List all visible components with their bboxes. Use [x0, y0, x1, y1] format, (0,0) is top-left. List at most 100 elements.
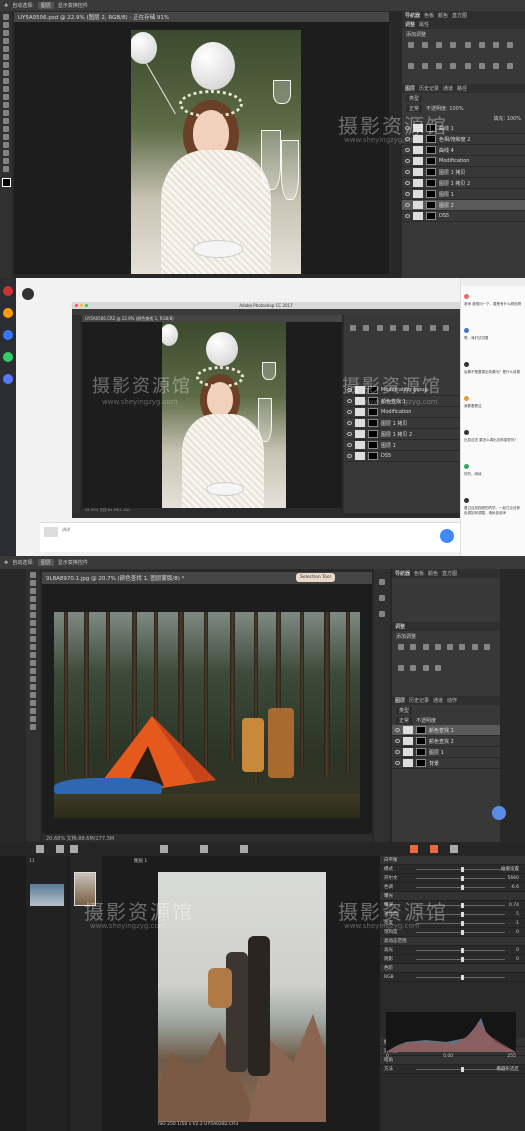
visibility-eye-icon[interactable] — [395, 739, 400, 743]
color-lookup-icon[interactable] — [436, 63, 443, 69]
adjustment-value[interactable]: 5660 — [508, 876, 519, 881]
layer-row[interactable]: DS5 — [402, 211, 525, 222]
app-icon[interactable] — [3, 374, 13, 384]
curves-icon[interactable] — [376, 325, 383, 331]
layer-row[interactable]: Modification — [402, 156, 525, 167]
close-icon[interactable] — [75, 304, 78, 307]
tab-history[interactable]: 历史记录 — [409, 697, 429, 704]
chat-avatar[interactable] — [464, 294, 469, 299]
chat-avatar[interactable] — [464, 430, 469, 435]
tab-swatches[interactable]: 色板 — [414, 570, 424, 577]
exposure-icon[interactable] — [434, 644, 441, 650]
levels-histogram[interactable] — [386, 1012, 516, 1052]
vibrance-icon[interactable] — [447, 644, 453, 650]
slider-knob[interactable] — [460, 866, 464, 872]
slider-knob[interactable] — [460, 902, 464, 908]
levels-icon[interactable] — [363, 325, 370, 331]
brush-preset-icon[interactable] — [379, 595, 385, 601]
layer-row[interactable]: 图层 2 — [402, 200, 525, 211]
gradient-icon[interactable] — [30, 660, 36, 666]
layer-row[interactable]: 曲线 4 — [402, 145, 525, 156]
adjustment-row[interactable]: 色调 -6.6 — [380, 883, 525, 892]
layer-row[interactable]: 图层 1 拷贝 — [402, 167, 525, 178]
maximize-icon[interactable] — [85, 304, 88, 307]
show-transform-checkbox[interactable]: 显示变换控件 — [58, 559, 88, 566]
adjustment-value[interactable]: 0.74 — [509, 903, 519, 908]
magic-wand-icon[interactable] — [3, 38, 9, 44]
levels-mid[interactable]: 0.00 — [443, 1054, 453, 1062]
tab-navigator[interactable]: 导航器 — [395, 570, 410, 577]
adjustment-value[interactable]: 5 — [516, 912, 519, 917]
show-transform-checkbox[interactable]: 显示变换控件 — [58, 2, 88, 9]
visibility-eye-icon[interactable] — [405, 148, 410, 152]
pen-icon[interactable] — [30, 684, 36, 690]
settings-icon[interactable] — [450, 845, 458, 853]
adjustment-value[interactable]: 0 — [516, 930, 519, 935]
slider-knob[interactable] — [460, 929, 464, 935]
eyedropper-icon[interactable] — [30, 612, 36, 618]
crop-icon[interactable] — [3, 46, 9, 52]
adjustment-slider[interactable] — [416, 902, 505, 908]
hue-sat-icon[interactable] — [416, 325, 423, 331]
bw-icon[interactable] — [442, 325, 449, 331]
color-balance-icon[interactable] — [429, 325, 436, 331]
kind-filter[interactable]: 类型 — [396, 706, 413, 714]
minimize-icon[interactable] — [80, 304, 83, 307]
layer-row[interactable]: 图层 1 拷贝 2 — [344, 429, 460, 440]
path-select-icon[interactable] — [30, 700, 36, 706]
adjustment-value[interactable]: 拍摄设置 — [501, 866, 519, 872]
adjustment-row[interactable]: 饱和度 0 — [380, 928, 525, 937]
tab-channels[interactable]: 通道 — [443, 85, 453, 92]
hand-icon[interactable] — [3, 158, 9, 164]
redo-icon[interactable] — [70, 845, 78, 853]
hue-sat-icon[interactable] — [478, 42, 485, 48]
tab-adjustments[interactable]: 调整 — [405, 21, 415, 28]
import-icon[interactable] — [36, 845, 44, 853]
blur-icon[interactable] — [3, 110, 9, 116]
slider-knob[interactable] — [460, 911, 464, 917]
chat-avatar[interactable] — [464, 498, 469, 503]
app-icon[interactable] — [3, 330, 13, 340]
adjustment-slider[interactable] — [416, 866, 505, 872]
photo-filter-icon[interactable] — [398, 665, 404, 671]
hue-sat-icon[interactable] — [459, 644, 466, 650]
tab-layers[interactable]: 图层 — [395, 697, 405, 704]
magic-wand-icon[interactable] — [30, 596, 36, 602]
eyedropper-icon[interactable] — [3, 54, 9, 60]
adjustment-slider[interactable] — [416, 956, 505, 962]
photo-filter-icon[interactable] — [408, 63, 414, 69]
blend-mode-select[interactable]: 正常 — [396, 716, 413, 724]
path-select-icon[interactable] — [3, 142, 9, 148]
adjustment-slider[interactable] — [416, 875, 505, 881]
crop-icon[interactable] — [200, 845, 208, 853]
dodge-icon[interactable] — [30, 676, 36, 682]
tab-actions[interactable]: 动作 — [447, 697, 457, 704]
dodge-icon[interactable] — [3, 118, 9, 124]
visibility-eye-icon[interactable] — [347, 443, 352, 447]
visibility-eye-icon[interactable] — [405, 192, 410, 196]
float-download-button[interactable] — [492, 806, 506, 820]
layer-row[interactable]: 图层 1 — [402, 189, 525, 200]
visibility-eye-icon[interactable] — [405, 203, 410, 207]
canvas-area[interactable] — [42, 584, 372, 834]
layer-row[interactable]: Modification group — [344, 385, 460, 396]
posterize-icon[interactable] — [464, 63, 471, 69]
layer-row[interactable]: 颜色查找 1 — [344, 396, 460, 407]
color-tool-icon[interactable] — [430, 845, 438, 853]
layer-row[interactable]: 颜色查找 2 — [392, 736, 500, 747]
adjustment-row[interactable]: 曝光 0.74 — [380, 901, 525, 910]
tab-properties[interactable]: 属性 — [419, 21, 429, 28]
adjustment-slider[interactable] — [416, 911, 505, 917]
slider-knob[interactable] — [460, 956, 464, 962]
adjustment-slider[interactable] — [416, 929, 505, 935]
tab-history[interactable]: 历史记录 — [419, 85, 439, 92]
adjustment-row[interactable]: 对比度 5 — [380, 910, 525, 919]
slider-knob[interactable] — [460, 974, 464, 980]
adjustment-row[interactable]: 亮度 -1 — [380, 919, 525, 928]
color-balance-icon[interactable] — [492, 42, 499, 48]
channel-mixer-icon[interactable] — [410, 665, 417, 671]
healing-icon[interactable] — [3, 62, 9, 68]
adjustment-row[interactable]: RGB — [380, 973, 525, 982]
visibility-eye-icon[interactable] — [347, 454, 352, 458]
stamp-icon[interactable] — [3, 78, 9, 84]
